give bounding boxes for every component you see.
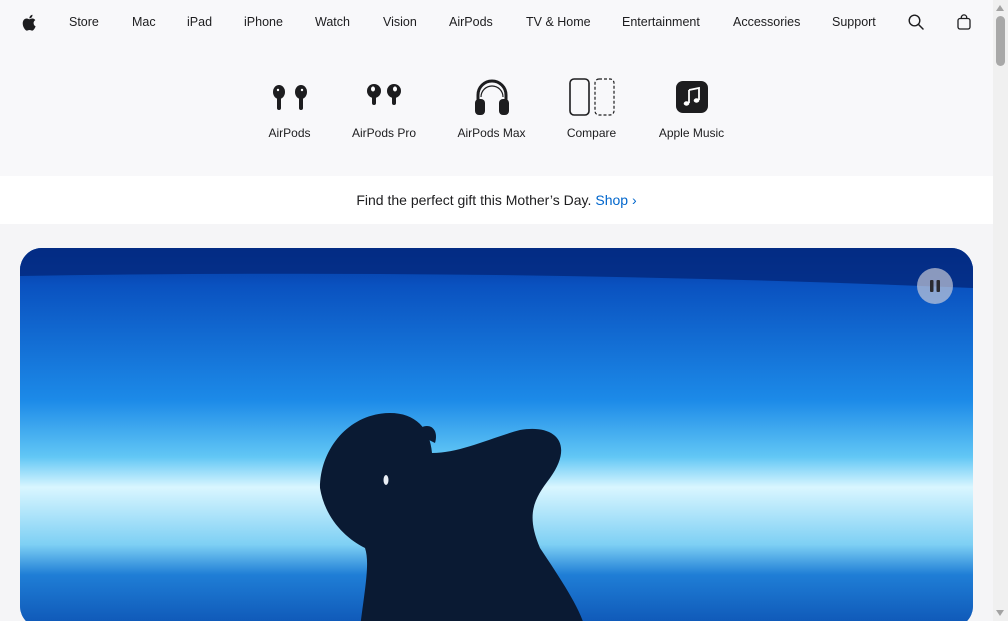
- global-nav: Store Mac iPad iPhone Watch Vision AirPo…: [0, 0, 993, 44]
- airpods-max-icon: [474, 76, 510, 118]
- chapter-item-airpods-pro[interactable]: AirPods Pro: [352, 76, 416, 140]
- scrollbar[interactable]: [993, 0, 1008, 621]
- chapter-item-airpods-max[interactable]: AirPods Max: [457, 76, 526, 140]
- ribbon-text: Find the perfect gift this Mother’s Day.: [356, 192, 592, 208]
- nav-item-accessories[interactable]: Accessories: [733, 0, 800, 44]
- chapter-label-airpods-max: AirPods Max: [457, 126, 526, 140]
- compare-icon: [568, 76, 616, 118]
- chapter-label-compare: Compare: [566, 126, 617, 140]
- nav-item-ipad[interactable]: iPad: [187, 0, 212, 44]
- nav-item-vision[interactable]: Vision: [383, 0, 417, 44]
- scrollbar-thumb[interactable]: [996, 16, 1005, 66]
- chapter-item-apple-music[interactable]: Apple Music: [657, 76, 726, 140]
- airpods-icon: [270, 76, 310, 118]
- nav-item-airpods[interactable]: AirPods: [449, 0, 493, 44]
- apple-logo-icon[interactable]: [19, 12, 39, 32]
- chapter-label-airpods-pro: AirPods Pro: [351, 126, 417, 140]
- hero-image: [20, 248, 973, 621]
- nav-item-support[interactable]: Support: [832, 0, 876, 44]
- nav-item-iphone[interactable]: iPhone: [244, 0, 283, 44]
- pause-button[interactable]: [917, 268, 953, 304]
- airpods-pro-icon: [364, 76, 404, 118]
- chapter-label-apple-music: Apple Music: [658, 126, 725, 140]
- scroll-up-icon[interactable]: [996, 5, 1004, 11]
- chapter-item-airpods[interactable]: AirPods: [268, 76, 311, 140]
- nav-item-entertainment[interactable]: Entertainment: [622, 0, 700, 44]
- nav-item-tv-home[interactable]: TV & Home: [526, 0, 591, 44]
- shop-link-label: Shop: [595, 192, 629, 208]
- promo-ribbon: Find the perfect gift this Mother’s Day.…: [0, 176, 993, 224]
- scroll-down-icon[interactable]: [996, 610, 1004, 616]
- shopping-bag-icon[interactable]: [954, 12, 974, 32]
- shop-link[interactable]: Shop ›: [595, 192, 636, 208]
- hero-video: [20, 248, 973, 621]
- nav-item-store[interactable]: Store: [69, 0, 99, 44]
- nav-item-mac[interactable]: Mac: [132, 0, 156, 44]
- pause-icon: [930, 280, 940, 292]
- apple-music-icon: [675, 76, 709, 118]
- chevron-right-icon: ›: [631, 192, 637, 208]
- nav-item-watch[interactable]: Watch: [315, 0, 350, 44]
- chapter-label-airpods: AirPods: [268, 126, 311, 140]
- search-icon[interactable]: [906, 12, 926, 32]
- chapter-item-compare[interactable]: Compare: [566, 76, 617, 140]
- chapter-nav: AirPods AirPods Pro AirPods Max Compare …: [0, 44, 993, 176]
